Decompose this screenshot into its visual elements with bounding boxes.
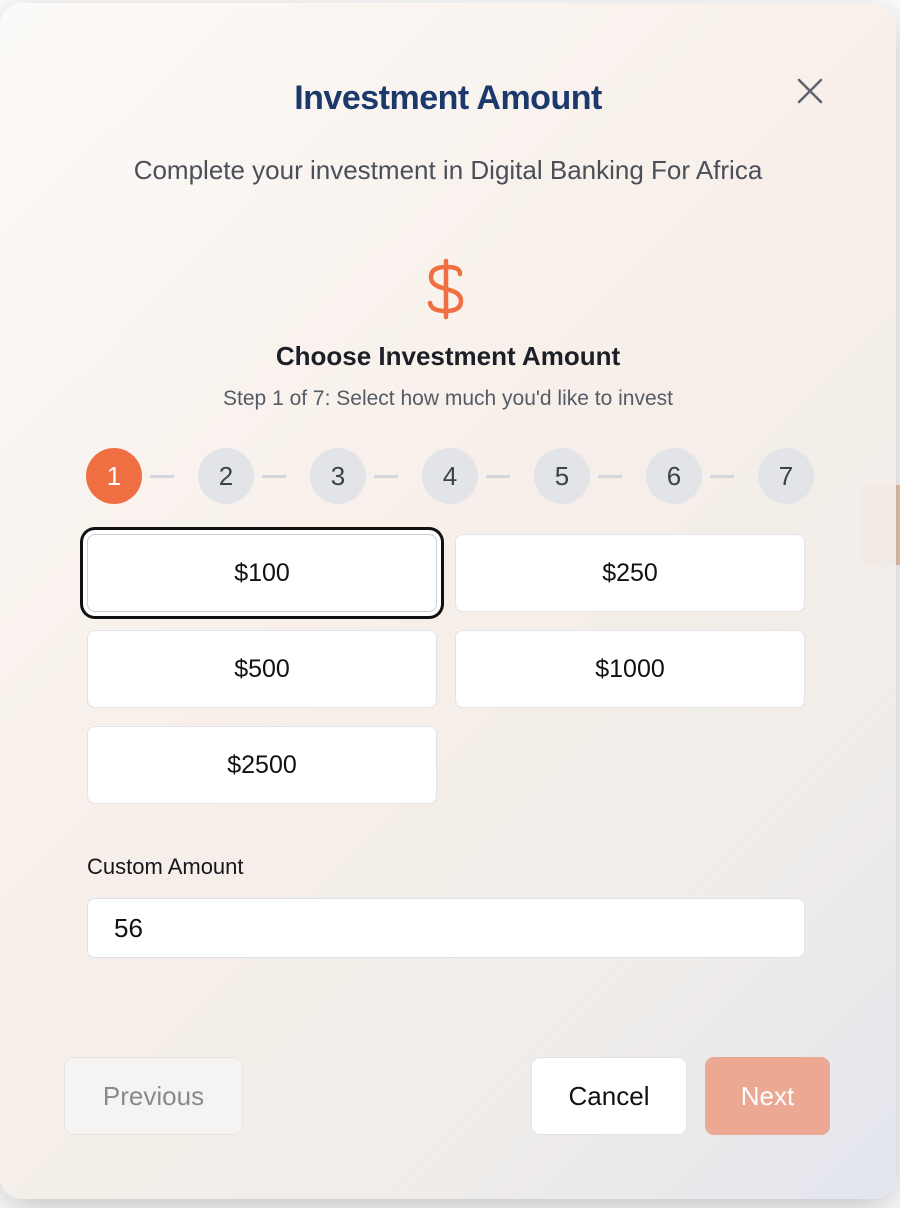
amount-option-100[interactable]: $100 bbox=[87, 534, 437, 612]
amount-option-1000[interactable]: $1000 bbox=[455, 630, 805, 708]
close-button[interactable] bbox=[790, 73, 830, 113]
step-connector bbox=[262, 475, 286, 478]
step-connector bbox=[374, 475, 398, 478]
step-indicator: 1 2 3 4 5 6 7 bbox=[86, 448, 814, 504]
custom-amount-label: Custom Amount bbox=[87, 854, 244, 879]
step-4: 4 bbox=[422, 448, 478, 504]
previous-button[interactable]: Previous bbox=[64, 1057, 243, 1135]
step-1: 1 bbox=[86, 448, 142, 504]
modal-subtitle: Complete your investment in Digital Bank… bbox=[133, 155, 763, 185]
modal-title: Investment Amount bbox=[294, 79, 602, 117]
step-5: 5 bbox=[534, 448, 590, 504]
step-connector bbox=[150, 475, 174, 478]
step-connector bbox=[598, 475, 622, 478]
step-heading: Choose Investment Amount bbox=[275, 341, 621, 371]
amount-option-250[interactable]: $250 bbox=[455, 534, 805, 612]
cancel-button[interactable]: Cancel bbox=[531, 1057, 687, 1135]
step-description: Step 1 of 7: Select how much you'd like … bbox=[223, 387, 673, 410]
next-button[interactable]: Next bbox=[705, 1057, 830, 1135]
close-icon bbox=[797, 78, 823, 104]
custom-amount-input[interactable] bbox=[87, 898, 805, 958]
step-2: 2 bbox=[198, 448, 254, 504]
step-7: 7 bbox=[758, 448, 814, 504]
step-6: 6 bbox=[646, 448, 702, 504]
dollar-icon bbox=[420, 258, 472, 320]
amount-option-2500[interactable]: $2500 bbox=[87, 726, 437, 804]
step-connector bbox=[710, 475, 734, 478]
step-3: 3 bbox=[310, 448, 366, 504]
amount-option-500[interactable]: $500 bbox=[87, 630, 437, 708]
investment-modal: Investment Amount Complete your investme… bbox=[0, 3, 896, 1199]
step-connector bbox=[486, 475, 510, 478]
